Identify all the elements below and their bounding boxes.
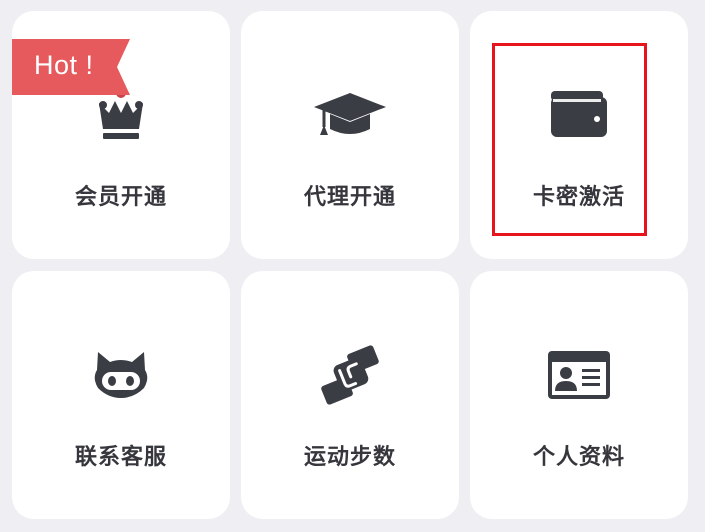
card-label: 个人资料 xyxy=(532,445,625,470)
cat-face-icon xyxy=(81,343,161,407)
menu-card-steps[interactable]: 运动步数 xyxy=(241,271,459,519)
menu-card-agent[interactable]: 代理开通 xyxy=(241,11,459,259)
menu-card-profile[interactable]: 个人资料 xyxy=(470,271,688,519)
handshake-icon xyxy=(310,343,390,407)
hot-badge: Hot ! xyxy=(12,39,130,95)
id-card-icon xyxy=(539,343,619,407)
card-label: 代理开通 xyxy=(303,185,396,210)
graduation-cap-icon xyxy=(310,83,390,147)
menu-card-support[interactable]: 联系客服 xyxy=(12,271,230,519)
menu-grid: Hot ! 会员开通 代理开通 卡密激活 联系客服 运动步数 个人资料 xyxy=(12,11,688,519)
hot-badge-label: Hot ! xyxy=(34,50,94,80)
card-label: 会员开通 xyxy=(74,185,167,210)
wallet-icon xyxy=(539,83,619,147)
card-label: 联系客服 xyxy=(74,445,167,470)
card-label: 卡密激活 xyxy=(532,185,625,210)
card-label: 运动步数 xyxy=(303,445,396,470)
menu-card-membership[interactable]: Hot ! 会员开通 xyxy=(12,11,230,259)
menu-card-activation[interactable]: 卡密激活 xyxy=(470,11,688,259)
